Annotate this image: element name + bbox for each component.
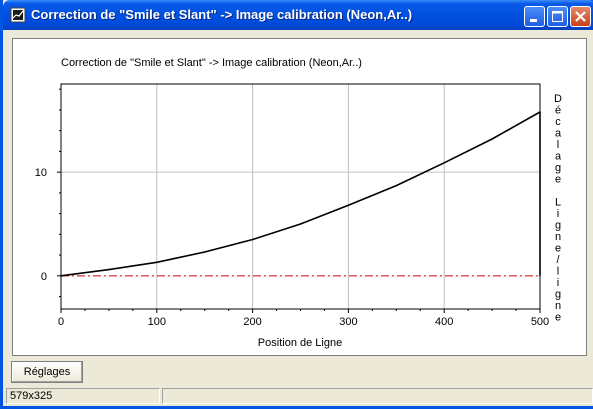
data-point [108,268,110,271]
y-label-char: e [555,174,561,186]
x-axis-label: Position de Ligne [258,337,342,349]
x-tick-label: 400 [435,316,453,328]
y-label-char: L [555,197,561,209]
offset-curve [60,111,541,277]
y-tick-label: 0 [41,271,47,283]
data-point [156,261,158,264]
y-label-char: c [555,116,561,128]
data-point [395,184,398,187]
y-label-char: i [557,277,559,289]
data-point [60,275,62,277]
x-tick-label: 100 [148,316,166,328]
close-icon [575,11,586,22]
x-tick-label: 500 [531,316,549,328]
maximize-icon [552,11,563,22]
maximize-button[interactable] [547,6,568,27]
y-label-char: e [555,243,561,255]
y-label-char: a [555,128,562,140]
app-window: Correction de "Smile et Slant" -> Image … [0,0,593,409]
data-point [251,238,254,241]
data-point [299,223,302,225]
data-point [203,251,206,253]
minimize-icon [530,19,537,22]
y-label-char: D [554,93,562,105]
y-label-char: e [555,312,561,324]
y-label-char: g [555,220,561,232]
status-bar: 579x325 [6,386,593,406]
title-bar[interactable]: Correction de "Smile et Slant" -> Image … [3,0,593,30]
y-label-char: / [556,254,560,266]
axis-ticks: 0 100 200 300 400 500 0 10 [35,88,549,328]
x-tick-label: 300 [339,316,357,328]
y-label-char: l [557,139,559,151]
window-title: Correction de "Smile et Slant" -> Image … [31,7,413,22]
grid [61,84,540,309]
status-cell-2 [162,388,593,404]
x-tick-label: 0 [58,316,64,328]
line-chart: Correction de "Smile et Slant" -> Image … [35,57,562,349]
y-label-char: g [555,289,561,301]
chart-title: Correction de "Smile et Slant" -> Image … [61,57,362,69]
y-label-char: l [557,266,559,278]
y-label-char: n [555,231,561,243]
data-point [491,138,493,140]
series-layer [60,111,541,277]
y-label-char: i [557,208,559,220]
data-point [443,162,446,164]
chart-panel: Correction de "Smile et Slant" -> Image … [12,38,587,356]
y-tick-label: 10 [35,167,47,179]
minimize-button[interactable] [524,6,545,27]
y-label-char: n [555,300,561,312]
y-label-char: g [555,162,561,174]
y-label-char: a [555,151,562,163]
y-axis-label: Décalage Ligne/ligne [554,93,562,324]
client-area: Correction de "Smile et Slant" -> Image … [6,30,593,406]
settings-button[interactable]: Réglages [11,361,83,383]
x-tick-label: 200 [243,316,261,328]
y-label-char: é [555,105,561,117]
data-point [347,204,350,207]
close-button[interactable] [570,6,591,27]
status-size: 579x325 [6,388,160,404]
app-icon [10,7,26,23]
plot-frame [60,83,541,310]
